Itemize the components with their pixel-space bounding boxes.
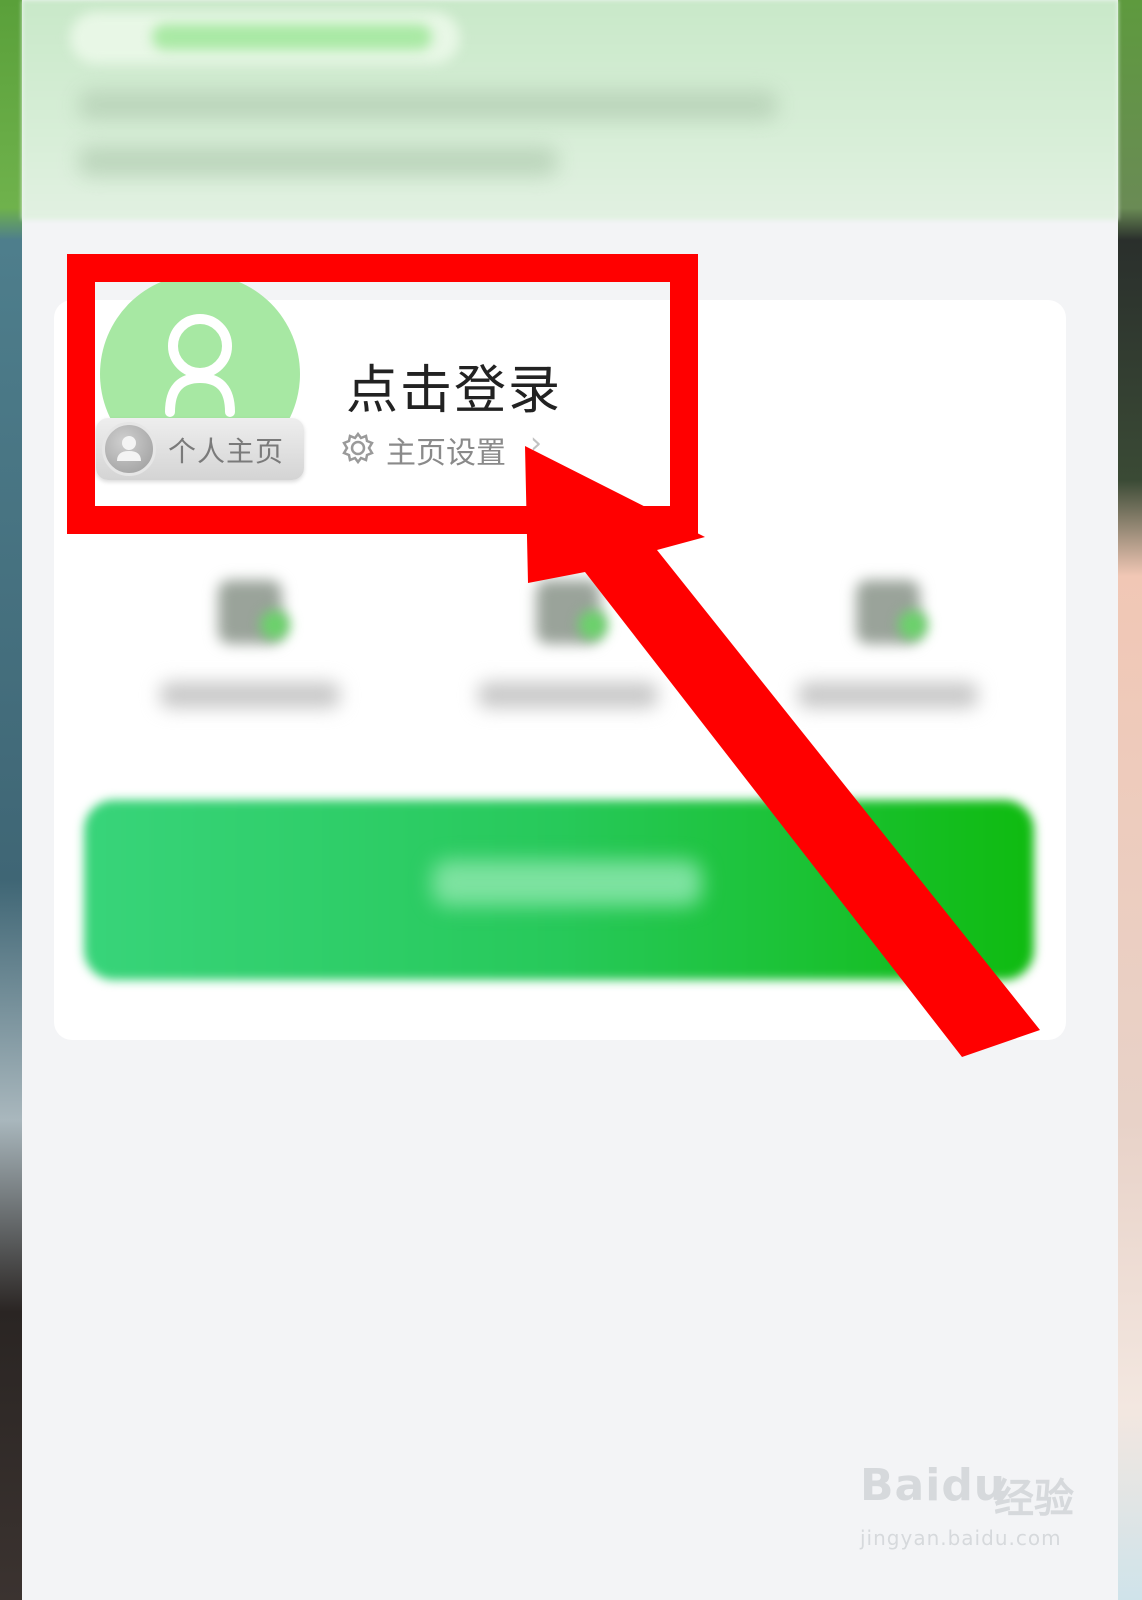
- person-icon: [102, 422, 156, 476]
- blurred-icon-dot: [578, 610, 608, 640]
- blurred-icon-dot: [260, 610, 290, 640]
- quick-action-2[interactable]: [458, 560, 678, 730]
- blurred-header-pill-inner: [152, 24, 432, 50]
- blurred-label: [478, 682, 658, 708]
- blurred-header-line: [78, 146, 558, 176]
- baidu-jingyan-watermark: Baidu 经验 jingyan.baidu.com: [852, 1448, 1092, 1558]
- login-link[interactable]: 点击登录: [346, 348, 562, 423]
- blurred-label: [160, 682, 340, 708]
- watermark-brand: 经验: [994, 1476, 1074, 1522]
- quick-action-1[interactable]: [140, 560, 360, 730]
- blurred-header-line: [78, 90, 778, 120]
- home-settings-label: 主页设置: [386, 436, 506, 471]
- gear-icon: [342, 431, 374, 465]
- watermark-logo: Baidu: [860, 1460, 1007, 1511]
- personal-home-label: 个人主页: [168, 435, 285, 468]
- quick-action-3[interactable]: [778, 560, 998, 730]
- blurred-label: [798, 682, 978, 708]
- profile-panel: 个人主页 点击登录 主页设置 ›: [22, 0, 1118, 1600]
- background-app-left: [0, 0, 22, 1600]
- background-app-right: [1118, 0, 1142, 1600]
- personal-home-badge[interactable]: 个人主页: [96, 418, 304, 480]
- watermark-url: jingyan.baidu.com: [860, 1526, 1062, 1550]
- blurred-button-label: [432, 860, 702, 906]
- blurred-icon-dot: [898, 610, 928, 640]
- chevron-right-icon: ›: [530, 426, 542, 461]
